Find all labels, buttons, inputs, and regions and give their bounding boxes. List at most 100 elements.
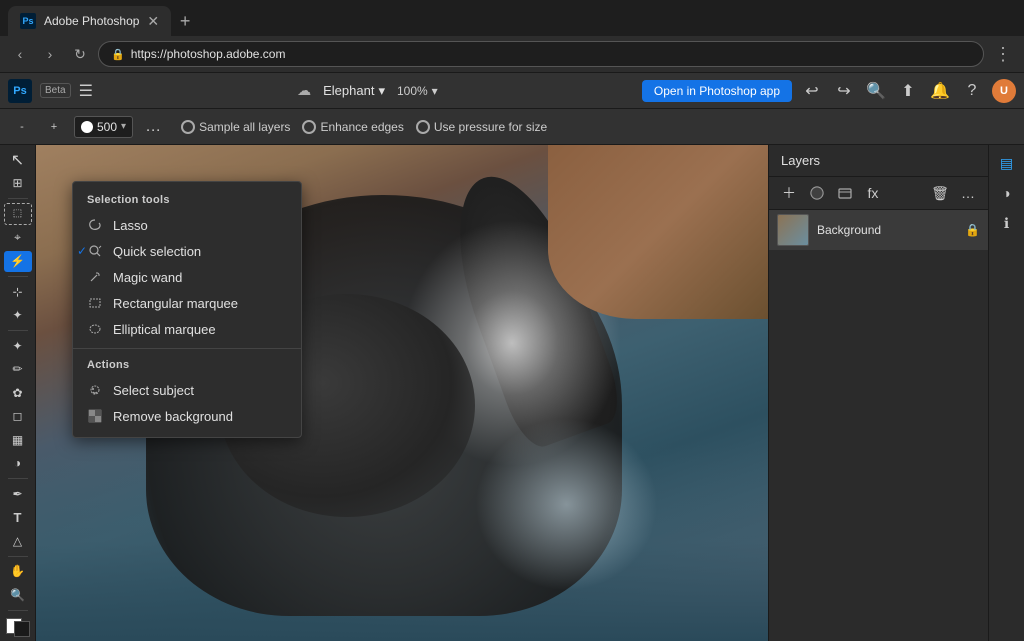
- notifications-btn[interactable]: 🔔: [928, 79, 952, 103]
- tool-move[interactable]: ↖: [4, 149, 32, 171]
- enhance-edges-option[interactable]: Enhance edges: [302, 120, 403, 134]
- tool-options-group: - +: [8, 113, 68, 141]
- beta-badge: Beta: [40, 83, 71, 98]
- brush-size-chevron: ▾: [121, 121, 126, 132]
- remove-background-label: Remove background: [113, 409, 233, 424]
- new-layer-btn[interactable]: ＋: [777, 181, 801, 205]
- share-btn[interactable]: ⬆: [896, 79, 920, 103]
- toolbar-options: Sample all layers Enhance edges Use pres…: [181, 120, 547, 134]
- layers-panel: Layers ＋ fx 🗑: [768, 145, 988, 641]
- add-tool-btn[interactable]: +: [40, 113, 68, 141]
- layers-icon-btn[interactable]: ▤: [993, 149, 1021, 177]
- delete-layer-btn[interactable]: 🗑: [928, 181, 952, 205]
- select-subject-label: Select subject: [113, 383, 194, 398]
- brush-size-value: 500: [97, 120, 117, 134]
- layer-lock-icon: 🔒: [965, 223, 980, 237]
- tool-type[interactable]: T: [4, 507, 32, 529]
- tool-gradient[interactable]: ▦: [4, 429, 32, 451]
- tool-clone[interactable]: ✿: [4, 382, 32, 404]
- sample-all-layers-option[interactable]: Sample all layers: [181, 120, 290, 134]
- tool-healing[interactable]: ✦: [4, 335, 32, 357]
- use-pressure-label: Use pressure for size: [434, 120, 547, 134]
- layer-mask-btn[interactable]: [805, 181, 829, 205]
- forward-btn[interactable]: ›: [38, 42, 62, 66]
- lasso-label: Lasso: [113, 218, 148, 233]
- layer-name: Background: [817, 223, 957, 237]
- tool-shape[interactable]: △: [4, 530, 32, 552]
- toolbar-divider-5: [8, 556, 28, 557]
- tool-dodge[interactable]: ◑: [4, 453, 32, 475]
- more-options-btn[interactable]: …: [139, 113, 167, 141]
- brush-dot: [81, 121, 93, 133]
- canvas-area[interactable]: Selection tools Lasso ✓: [36, 145, 768, 641]
- group-btn[interactable]: [833, 181, 857, 205]
- tool-lasso[interactable]: ⌖: [4, 227, 32, 249]
- sample-all-layers-checkbox[interactable]: [181, 120, 195, 134]
- lock-icon: 🔒: [111, 48, 125, 61]
- quick-selection-icon: [87, 243, 103, 259]
- address-bar: ‹ › ↻ 🔒 https://photoshop.adobe.com ⋮: [0, 36, 1024, 72]
- sample-all-layers-label: Sample all layers: [199, 120, 290, 134]
- active-tab[interactable]: Ps Adobe Photoshop ✕: [8, 6, 171, 36]
- tool-crop[interactable]: ⊹: [4, 281, 32, 303]
- rect-marquee-item[interactable]: Rectangular marquee: [73, 290, 301, 316]
- selection-tools-title: Selection tools: [73, 190, 301, 212]
- background-color[interactable]: [14, 621, 30, 637]
- toolbar-divider-4: [8, 478, 28, 479]
- cloud-icon: ☁: [297, 82, 311, 99]
- back-btn[interactable]: ‹: [8, 42, 32, 66]
- file-name[interactable]: Elephant ▾: [323, 83, 385, 99]
- refresh-btn[interactable]: ↻: [68, 42, 92, 66]
- right-icons-panel: ▤ ◑ ℹ: [988, 145, 1024, 641]
- more-layer-options[interactable]: …: [956, 181, 980, 205]
- quick-selection-label: Quick selection: [113, 244, 201, 259]
- remove-background-item[interactable]: Remove background: [73, 403, 301, 429]
- search-btn[interactable]: 🔍: [864, 79, 888, 103]
- enhance-edges-label: Enhance edges: [320, 120, 403, 134]
- url-field[interactable]: 🔒 https://photoshop.adobe.com: [98, 41, 984, 67]
- left-toolbar: ↖ ⊞ ⬚ ⌖ ⚡ ⊹ ✦ ✦ ✏ ✿ ◻ ▦ ◑ ✒ T △ ✋ 🔍: [0, 145, 36, 641]
- properties-icon-btn[interactable]: ℹ: [993, 209, 1021, 237]
- layer-item-background[interactable]: Background 🔒: [769, 210, 988, 250]
- dropdown-divider: [73, 348, 301, 349]
- subtract-tool-btn[interactable]: -: [8, 113, 36, 141]
- layer-thumb-inner: [778, 215, 808, 245]
- tool-eyedropper[interactable]: ✦: [4, 304, 32, 326]
- tool-artboard[interactable]: ⊞: [4, 173, 32, 195]
- browser-more-btn[interactable]: ⋮: [990, 44, 1016, 65]
- magic-wand-item[interactable]: Magic wand: [73, 264, 301, 290]
- use-pressure-option[interactable]: Use pressure for size: [416, 120, 547, 134]
- select-subject-icon: [87, 382, 103, 398]
- use-pressure-checkbox[interactable]: [416, 120, 430, 134]
- actions-title: Actions: [73, 355, 301, 377]
- brush-size-control[interactable]: 500 ▾: [74, 116, 133, 138]
- open-app-btn[interactable]: Open in Photoshop app: [642, 80, 792, 102]
- tool-brush[interactable]: ✏: [4, 358, 32, 380]
- enhance-edges-checkbox[interactable]: [302, 120, 316, 134]
- toolbar-divider-6: [8, 610, 28, 611]
- ellip-marquee-item[interactable]: Elliptical marquee: [73, 316, 301, 342]
- zoom-control[interactable]: 100% ▾: [397, 84, 438, 98]
- tool-eraser[interactable]: ◻: [4, 406, 32, 428]
- toolbar-divider-3: [8, 330, 28, 331]
- fg-bg-colors[interactable]: [6, 618, 30, 637]
- hamburger-menu[interactable]: ☰: [79, 81, 93, 101]
- lasso-tool-item[interactable]: Lasso: [73, 212, 301, 238]
- tool-zoom[interactable]: 🔍: [4, 584, 32, 606]
- new-tab-btn[interactable]: +: [171, 7, 199, 35]
- magic-wand-label: Magic wand: [113, 270, 182, 285]
- tool-marquee[interactable]: ⬚: [4, 203, 32, 225]
- adjustments-icon-btn[interactable]: ◑: [993, 179, 1021, 207]
- tab-close-btn[interactable]: ✕: [147, 13, 159, 30]
- ps-logo: Ps: [8, 79, 32, 103]
- tool-quick-select[interactable]: ⚡: [4, 251, 32, 273]
- quick-selection-item[interactable]: ✓ Quick selection: [73, 238, 301, 264]
- tool-pen[interactable]: ✒: [4, 483, 32, 505]
- effects-btn[interactable]: fx: [861, 181, 885, 205]
- tool-hand[interactable]: ✋: [4, 561, 32, 583]
- undo-btn[interactable]: ↩: [800, 79, 824, 103]
- select-subject-item[interactable]: Select subject: [73, 377, 301, 403]
- help-btn[interactable]: ?: [960, 79, 984, 103]
- redo-btn[interactable]: ↪: [832, 79, 856, 103]
- user-avatar[interactable]: U: [992, 79, 1016, 103]
